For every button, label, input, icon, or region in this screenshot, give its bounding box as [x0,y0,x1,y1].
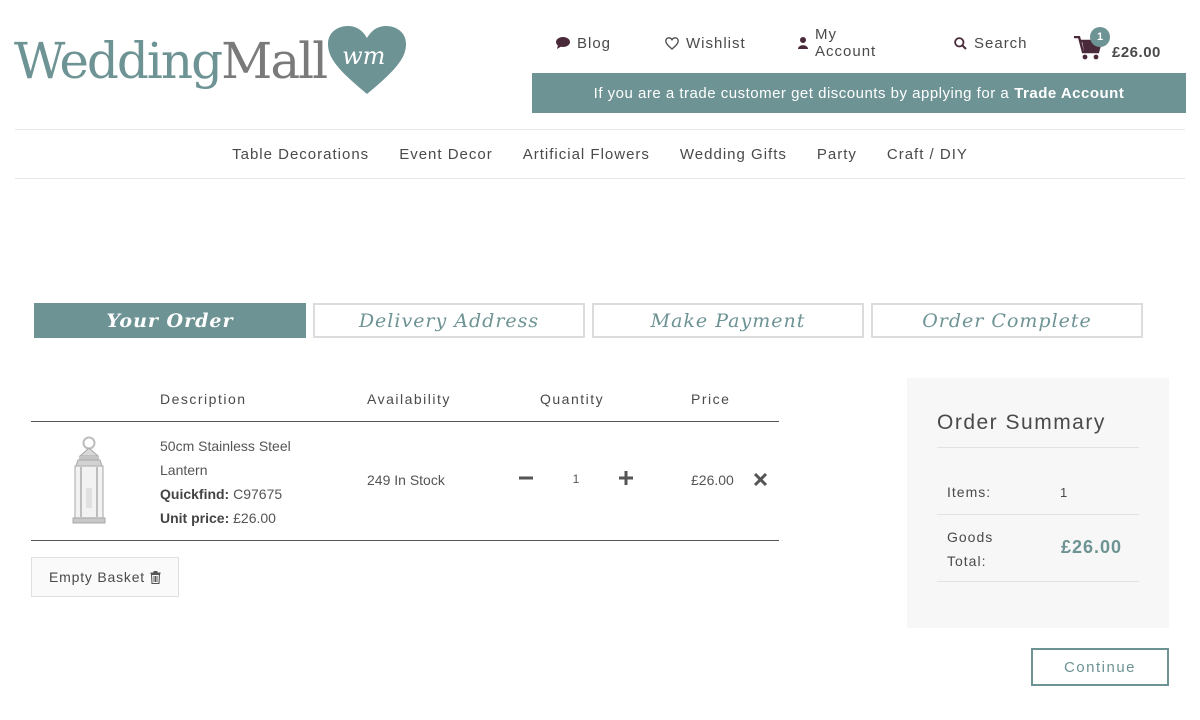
minus-icon [519,476,533,480]
divider [937,581,1139,582]
remove-item-button[interactable] [753,472,769,488]
nav-artificial-flowers[interactable]: Artificial Flowers [523,146,650,163]
my-account-link[interactable]: My Account [798,26,876,60]
header-price: Price [691,391,731,407]
items-label: Items: [947,484,992,500]
logo-mall: Mall [221,32,328,90]
header-availability: Availability [367,391,451,407]
product-name[interactable]: 50cm Stainless Steel Lantern [160,434,350,482]
decrease-quantity-button[interactable] [517,469,535,487]
heart-logo-text: wm [342,42,386,70]
nav-party[interactable]: Party [817,146,857,163]
step-make-payment: Make Payment [592,303,864,338]
cart-total: £26.00 [1112,44,1161,61]
basket-row: 50cm Stainless Steel Lantern Quickfind: C… [31,422,779,541]
goods-total-label: Goods Total: [947,529,994,569]
product-quickfind: Quickfind: C97675 [160,482,350,506]
my-account-label: My Account [815,26,877,60]
quickfind-value: C97675 [233,486,283,502]
main-nav: Table Decorations Event Decor Artificial… [15,129,1185,179]
trade-account-link[interactable]: Trade Account [1014,85,1124,102]
blog-link[interactable]: Blog [556,35,611,52]
trade-banner: If you are a trade customer get discount… [532,73,1186,113]
order-summary: Order Summary Items: 1 Goods Total: £26.… [907,378,1169,628]
logo[interactable]: WeddingMall wm [14,26,407,96]
continue-button[interactable]: Continue [1031,648,1169,686]
user-icon [798,37,808,49]
logo-wedding: Wedding [14,32,223,90]
increase-quantity-button[interactable] [617,469,635,487]
order-summary-title: Order Summary [937,411,1106,434]
availability-value: 249 In Stock [367,472,445,488]
speech-bubble-icon [556,37,570,49]
header-quantity: Quantity [540,391,605,407]
divider [937,514,1139,515]
wishlist-label: Wishlist [686,34,746,52]
product-name-line1: 50cm Stainless Steel [160,438,291,454]
quickfind-label: Quickfind: [160,486,230,502]
step-order-complete: Order Complete [871,303,1143,338]
plus-icon [619,471,633,485]
nav-table-decorations[interactable]: Table Decorations [232,146,369,163]
nav-event-decor[interactable]: Event Decor [399,146,493,163]
close-icon [753,472,768,487]
unit-price-value: £26.00 [233,510,276,526]
checkout-steps: Your Order Delivery Address Make Payment… [34,303,1143,338]
header-description: Description [160,391,247,407]
unit-price-label: Unit price: [160,510,230,526]
product-thumbnail[interactable] [67,436,111,529]
nav-craft-diy[interactable]: Craft / DIY [887,146,968,163]
cart-button[interactable]: 1 £26.00 [1074,27,1174,67]
search-link[interactable]: Search [954,35,1028,52]
empty-basket-label: Empty Basket [49,569,145,585]
divider [937,447,1139,448]
step-delivery-address: Delivery Address [313,303,585,338]
step-your-order: Your Order [34,303,306,338]
product-name-line2: Lantern [160,462,208,478]
heart-logo-icon: wm [328,26,407,96]
trade-banner-text: If you are a trade customer get discount… [593,84,1010,102]
trash-icon [150,570,161,584]
blog-label: Blog [577,34,612,52]
goods-total-value: £26.00 [1061,537,1123,557]
quantity-input[interactable]: 1 [566,472,586,486]
wishlist-link[interactable]: Wishlist [665,35,746,52]
product-description: 50cm Stainless Steel Lantern Quickfind: C… [160,434,350,530]
logo-text: WeddingMall [14,36,328,86]
basket-table-header: Description Availability Quantity Price [31,383,779,422]
line-price: £26.00 [691,472,734,488]
items-value: 1 [1060,485,1068,500]
cart-count-badge: 1 [1090,27,1110,47]
search-icon [954,36,967,50]
nav-wedding-gifts[interactable]: Wedding Gifts [680,146,787,163]
product-unit-price: Unit price: £26.00 [160,506,350,530]
empty-basket-button[interactable]: Empty Basket [31,557,179,597]
heart-icon [665,36,679,50]
search-label: Search [974,34,1028,52]
